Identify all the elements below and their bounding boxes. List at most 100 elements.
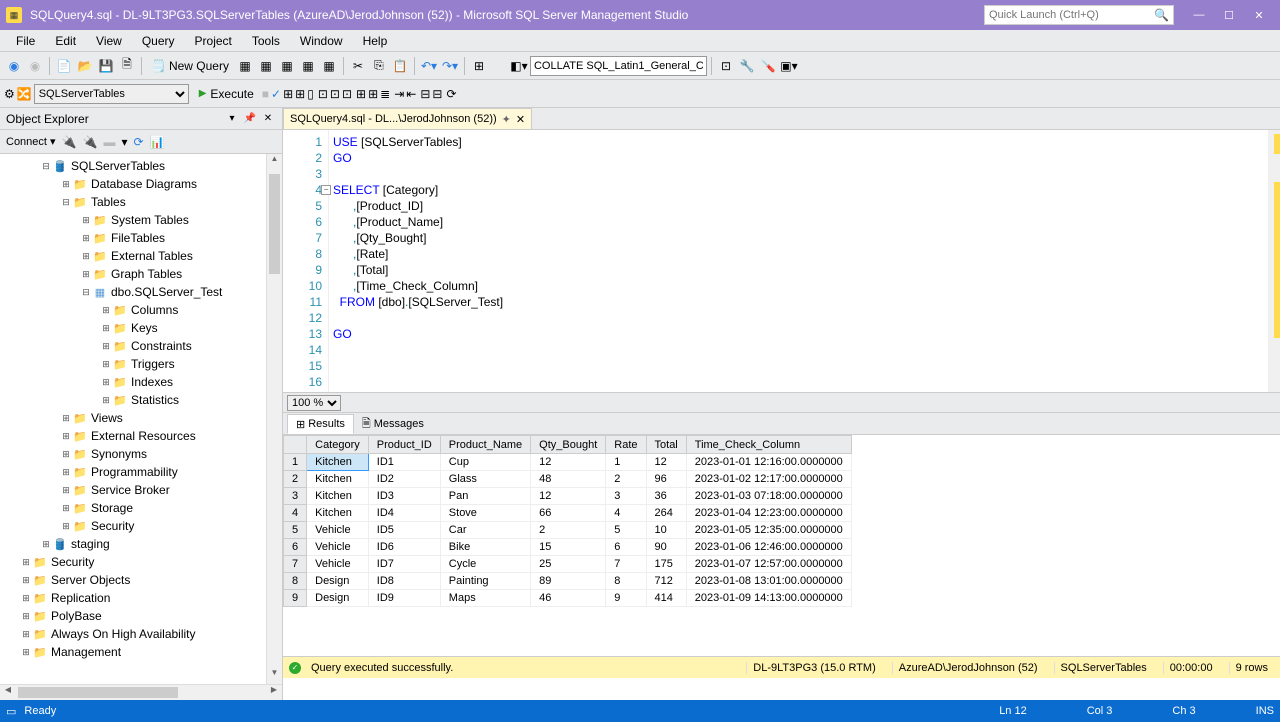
cell[interactable]: 12 — [531, 454, 606, 471]
tree-node[interactable]: ⊞📁Columns — [0, 301, 282, 319]
comment-icon[interactable]: ⊟ — [420, 87, 430, 101]
tree-node[interactable]: ⊞📁FileTables — [0, 229, 282, 247]
cell[interactable]: ID3 — [368, 488, 440, 505]
hscroll-thumb[interactable] — [18, 687, 178, 698]
cell[interactable]: Pan — [440, 488, 530, 505]
cell[interactable]: Painting — [440, 573, 530, 590]
menu-tools[interactable]: Tools — [242, 34, 290, 48]
tree-node[interactable]: ⊞📁Statistics — [0, 391, 282, 409]
cell[interactable]: 264 — [646, 505, 686, 522]
sql-tb-icon-11[interactable]: ⊞ — [356, 87, 366, 101]
expand-icon[interactable]: ⊞ — [100, 359, 112, 370]
tree-node[interactable]: ⊞📁Database Diagrams — [0, 175, 282, 193]
quick-launch[interactable]: 🔍 — [984, 5, 1174, 25]
close-button[interactable]: ✕ — [1244, 4, 1274, 26]
redo-icon[interactable]: ↷▾ — [440, 56, 460, 76]
cell[interactable]: 2 — [531, 522, 606, 539]
cell[interactable]: 3 — [606, 488, 646, 505]
cell[interactable]: 5 — [606, 522, 646, 539]
cell[interactable]: 2023-01-03 07:18:00.0000000 — [686, 488, 851, 505]
col-header[interactable]: Category — [307, 436, 369, 454]
tb-icon-2[interactable]: ▦ — [256, 56, 276, 76]
tree-node[interactable]: ⊞📁System Tables — [0, 211, 282, 229]
menu-project[interactable]: Project — [185, 34, 242, 48]
row-header[interactable] — [284, 436, 307, 454]
cell[interactable]: 2023-01-02 12:17:00.0000000 — [686, 471, 851, 488]
indent-icon[interactable]: ⇥ — [394, 87, 404, 101]
uncomment-icon[interactable]: ⊟ — [432, 87, 442, 101]
cell[interactable]: 36 — [646, 488, 686, 505]
tree-node[interactable]: ⊞📁Graph Tables — [0, 265, 282, 283]
stop-button[interactable]: ■ — [262, 87, 269, 101]
oe-pin-icon[interactable]: 📌 — [242, 113, 258, 124]
table-row[interactable]: 7VehicleID7Cycle2571752023-01-07 12:57:0… — [284, 556, 852, 573]
tree-hscrollbar[interactable]: ◀ ▶ — [0, 684, 282, 700]
cell[interactable]: Cup — [440, 454, 530, 471]
table-row[interactable]: 8DesignID8Painting8987122023-01-08 13:01… — [284, 573, 852, 590]
new-item-icon[interactable]: 📄 — [54, 56, 74, 76]
row-number[interactable]: 5 — [284, 522, 307, 539]
table-row[interactable]: 2KitchenID2Glass482962023-01-02 12:17:00… — [284, 471, 852, 488]
col-header[interactable]: Total — [646, 436, 686, 454]
cell[interactable]: 7 — [606, 556, 646, 573]
expand-icon[interactable]: ⊞ — [100, 395, 112, 406]
expand-icon[interactable]: ⊞ — [100, 323, 112, 334]
row-number[interactable]: 3 — [284, 488, 307, 505]
row-number[interactable]: 7 — [284, 556, 307, 573]
menu-file[interactable]: File — [6, 34, 45, 48]
expand-icon[interactable]: ⊞ — [80, 233, 92, 244]
cut-icon[interactable]: ✂ — [348, 56, 368, 76]
tb-icon-4[interactable]: ▦ — [298, 56, 318, 76]
tb-ext-1[interactable]: ⊡ — [716, 56, 736, 76]
cell[interactable]: 712 — [646, 573, 686, 590]
sql-tb-icon-13[interactable]: ≣ — [380, 87, 390, 101]
execute-button[interactable]: ▶Execute — [193, 87, 260, 101]
conn-refresh-icon[interactable]: ⟳ — [134, 135, 144, 149]
undo-icon[interactable]: ↶▾ — [419, 56, 439, 76]
table-row[interactable]: 1KitchenID1Cup121122023-01-01 12:16:00.0… — [284, 454, 852, 471]
conn-icon-3[interactable]: ▬ — [103, 135, 115, 149]
scroll-thumb[interactable] — [269, 174, 280, 274]
expand-icon[interactable]: ⊞ — [100, 341, 112, 352]
open-icon[interactable]: 📂 — [75, 56, 95, 76]
cell[interactable]: ID9 — [368, 590, 440, 607]
menu-window[interactable]: Window — [290, 34, 353, 48]
expand-icon[interactable]: ⊞ — [60, 467, 72, 478]
cell[interactable]: 4 — [606, 505, 646, 522]
cell[interactable]: ID6 — [368, 539, 440, 556]
tree-node[interactable]: ⊞📁Server Objects — [0, 571, 282, 589]
tree-node[interactable]: ⊞📁Management — [0, 643, 282, 661]
sql-tb-icon-5[interactable]: ⊞ — [283, 87, 293, 101]
sql-tb-icon-9[interactable]: ⊡ — [330, 87, 340, 101]
cell[interactable]: 46 — [531, 590, 606, 607]
expand-icon[interactable]: ⊞ — [20, 611, 32, 622]
tree-node[interactable]: ⊞📁Keys — [0, 319, 282, 337]
object-tree[interactable]: ⊟🛢️SQLServerTables⊞📁Database Diagrams⊟📁T… — [0, 154, 282, 684]
row-number[interactable]: 9 — [284, 590, 307, 607]
cell[interactable]: 48 — [531, 471, 606, 488]
expand-icon[interactable]: ⊞ — [20, 629, 32, 640]
table-row[interactable]: 5VehicleID5Car25102023-01-05 12:35:00.00… — [284, 522, 852, 539]
tb-icon-1[interactable]: ▦ — [235, 56, 255, 76]
tb-dd-icon[interactable]: ◧▾ — [509, 56, 529, 76]
col-header[interactable]: Product_ID — [368, 436, 440, 454]
expand-icon[interactable]: ⊞ — [80, 215, 92, 226]
tree-node[interactable]: ⊞📁Indexes — [0, 373, 282, 391]
cell[interactable]: 12 — [531, 488, 606, 505]
table-row[interactable]: 6VehicleID6Bike156902023-01-06 12:46:00.… — [284, 539, 852, 556]
expand-icon[interactable]: ⊞ — [80, 269, 92, 280]
collate-input[interactable] — [530, 56, 707, 76]
col-header[interactable]: Qty_Bought — [531, 436, 606, 454]
tree-node[interactable]: ⊞📁Security — [0, 517, 282, 535]
cell[interactable]: 2023-01-08 13:01:00.0000000 — [686, 573, 851, 590]
row-number[interactable]: 8 — [284, 573, 307, 590]
save-all-icon[interactable]: 🗎 — [117, 56, 137, 76]
scroll-right-icon[interactable]: ▶ — [266, 685, 282, 700]
cell[interactable]: Maps — [440, 590, 530, 607]
cell[interactable]: 414 — [646, 590, 686, 607]
cell[interactable]: Vehicle — [307, 539, 369, 556]
table-row[interactable]: 3KitchenID3Pan123362023-01-03 07:18:00.0… — [284, 488, 852, 505]
row-number[interactable]: 6 — [284, 539, 307, 556]
cell[interactable]: Vehicle — [307, 522, 369, 539]
tb-icon-3[interactable]: ▦ — [277, 56, 297, 76]
